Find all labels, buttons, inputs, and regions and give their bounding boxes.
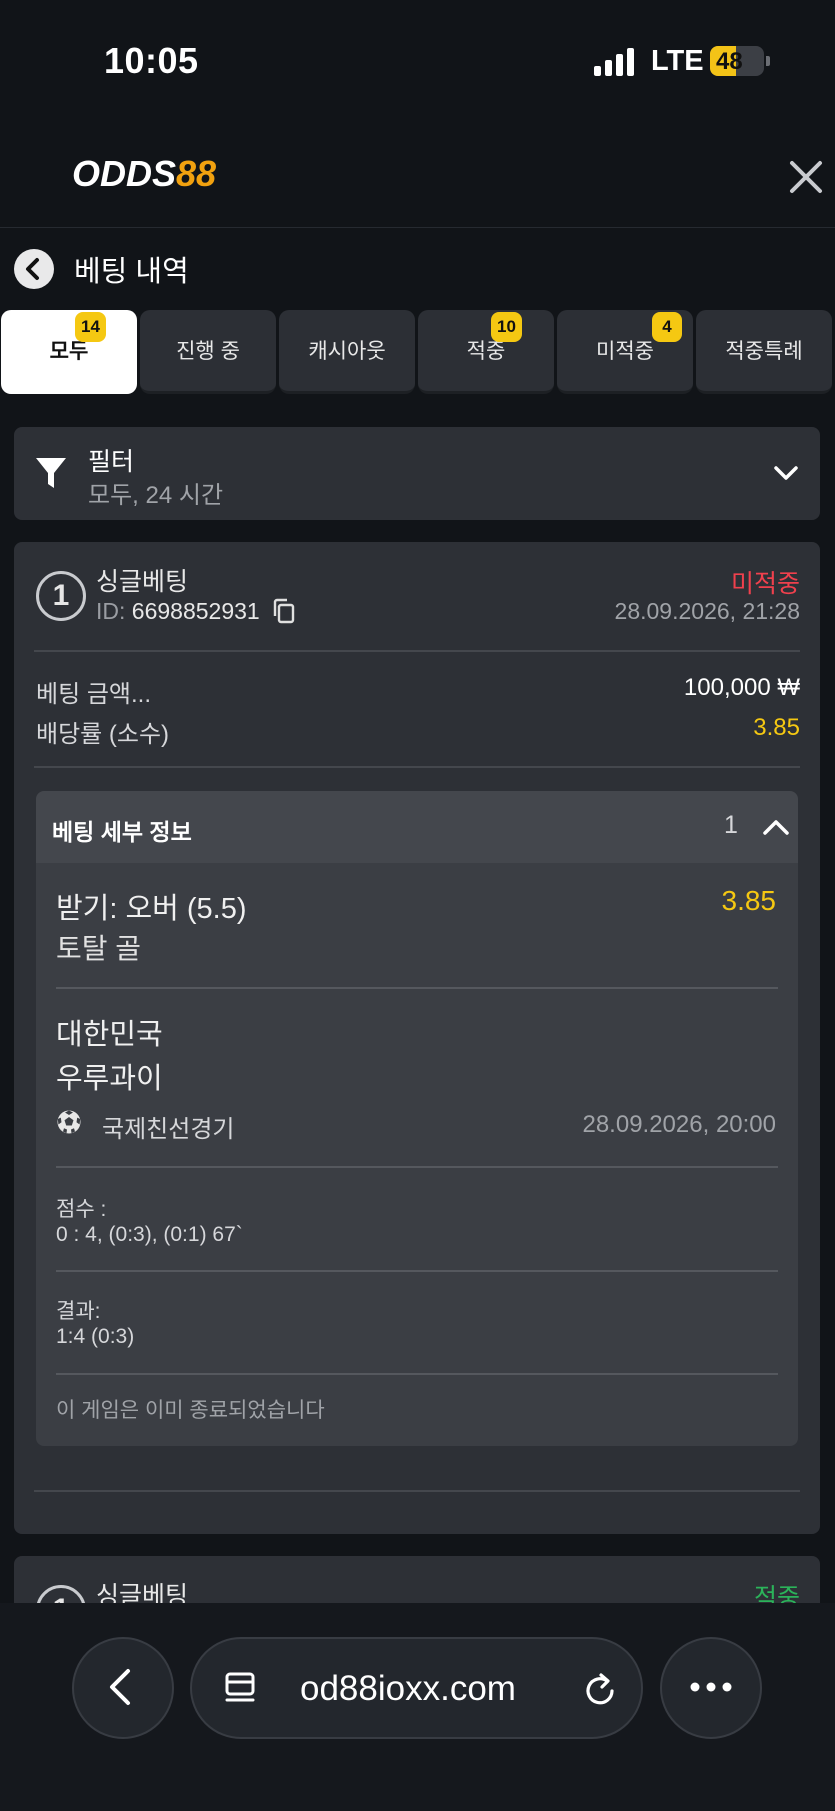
odds88-logo[interactable]: ODDS88 <box>72 153 216 195</box>
more-icon <box>690 1682 732 1692</box>
divider <box>56 1270 778 1272</box>
address-bar[interactable]: od88ioxx.com <box>190 1637 643 1739</box>
league-name: 국제친선경기 <box>102 1116 235 1143</box>
away-team: 우루과이 <box>56 1063 163 1095</box>
browser-toolbar: od88ioxx.com <box>0 1603 835 1811</box>
copy-icon[interactable] <box>272 598 296 624</box>
page-title-row: 베팅 내역 <box>0 240 835 296</box>
signal-icon <box>594 48 636 76</box>
game-ended-note: 이 게임은 이미 종료되었습니다 <box>56 1399 325 1422</box>
bet-number-badge: 1 <box>36 571 86 621</box>
result-value: 1:4 (0:3) <box>56 1325 135 1348</box>
tab-count-badge: 4 <box>652 312 682 342</box>
reload-icon[interactable] <box>582 1669 620 1709</box>
result-label: 결과: <box>56 1300 101 1323</box>
browser-back-button[interactable] <box>72 1637 174 1739</box>
chevron-left-icon <box>110 1669 130 1705</box>
tab-cashout[interactable]: 캐시아웃 <box>279 310 415 394</box>
home-team: 대한민국 <box>56 1019 163 1051</box>
bet-details-count: 1 <box>724 811 738 839</box>
chevron-down-icon <box>774 466 798 480</box>
odds-label: 배당률 (소수) <box>36 721 170 748</box>
url-text: od88ioxx.com <box>300 1669 516 1708</box>
bet-status: 미적중 <box>730 570 800 598</box>
filter-value: 모두, 24 시간 <box>88 482 224 509</box>
bet-id: ID: 6698852931 <box>96 598 260 625</box>
stake-value: 100,000 ₩ <box>683 674 800 701</box>
divider <box>34 650 800 652</box>
soccer-ball-icon <box>57 1110 81 1134</box>
divider <box>34 766 800 768</box>
status-time: 10:05 <box>104 40 199 81</box>
bet-status-tabs: 모두 14 진행 중 캐시아웃 적중 10 미적중 4 적중특례 <box>0 310 835 396</box>
bet-details-title: 베팅 세부 정보 <box>52 819 192 845</box>
bet-type: 싱글베팅 <box>96 568 189 596</box>
battery-icon: 48 <box>710 46 764 76</box>
bet-id-label: ID: <box>96 598 126 624</box>
filter-icon <box>36 458 66 488</box>
reader-mode-icon <box>225 1672 255 1702</box>
tab-count-badge: 10 <box>491 312 522 342</box>
divider <box>56 1373 778 1375</box>
bet-card: 1 싱글베팅 ID: 6698852931 미적중 28.09.2026, 21… <box>14 542 820 1534</box>
tab-in-progress[interactable]: 진행 중 <box>140 310 276 394</box>
filter-title: 필터 <box>88 448 135 476</box>
network-label: LTE <box>651 45 704 77</box>
tab-label: 진행 중 <box>176 340 240 363</box>
filter-panel[interactable]: 필터 모두, 24 시간 <box>14 427 820 520</box>
tab-label: 적중특례 <box>725 340 803 363</box>
logo-accent: 88 <box>176 153 217 194</box>
market-name: 토탈 골 <box>56 933 142 964</box>
chevron-up-icon <box>763 820 789 835</box>
bet-id-value: 6698852931 <box>131 598 260 624</box>
tab-label: 캐시아웃 <box>308 340 386 363</box>
match-datetime: 28.09.2026, 20:00 <box>582 1111 776 1138</box>
site-header: ODDS88 <box>0 125 835 228</box>
battery-percent: 48 <box>716 48 743 75</box>
selection-odds: 3.85 <box>721 885 777 916</box>
bet-selection: 받기: 오버 (5.5) <box>56 893 247 925</box>
divider <box>56 1166 778 1168</box>
logo-main: ODDS <box>72 153 177 194</box>
tab-special[interactable]: 적중특례 <box>696 310 832 394</box>
tab-won[interactable]: 적중 10 <box>418 310 554 394</box>
close-icon[interactable] <box>786 157 826 197</box>
stake-label: 베팅 금액... <box>36 681 151 708</box>
tab-label: 미적중 <box>596 340 654 363</box>
more-button[interactable] <box>660 1637 762 1739</box>
score-value: 0 : 4, (0:3), (0:1) 67` <box>56 1223 243 1246</box>
battery-tip <box>766 56 770 66</box>
odds-value: 3.85 <box>753 714 800 741</box>
bet-details-body: 받기: 오버 (5.5) 3.85 토탈 골 대한민국 우루과이 국제친선경기 … <box>36 863 798 1446</box>
divider <box>56 987 778 989</box>
tab-count-badge: 14 <box>75 312 106 342</box>
chevron-left-icon <box>26 258 39 280</box>
bet-details-toggle[interactable]: 베팅 세부 정보 1 <box>36 791 798 863</box>
app-screen: 10:05 LTE 48 ODDS88 베팅 내역 모두 14 진행 중 캐시아… <box>0 0 835 1811</box>
page-title: 베팅 내역 <box>74 256 189 288</box>
tab-label: 모두 <box>49 340 89 363</box>
bet-datetime: 28.09.2026, 21:28 <box>614 598 800 624</box>
divider <box>34 1490 800 1492</box>
status-bar: 10:05 LTE 48 <box>0 0 835 125</box>
tab-all[interactable]: 모두 14 <box>1 310 137 394</box>
back-button[interactable] <box>14 249 54 289</box>
tab-lost[interactable]: 미적중 4 <box>557 310 693 394</box>
score-label: 점수 : <box>56 1198 107 1221</box>
tab-label: 적중 <box>466 340 506 363</box>
